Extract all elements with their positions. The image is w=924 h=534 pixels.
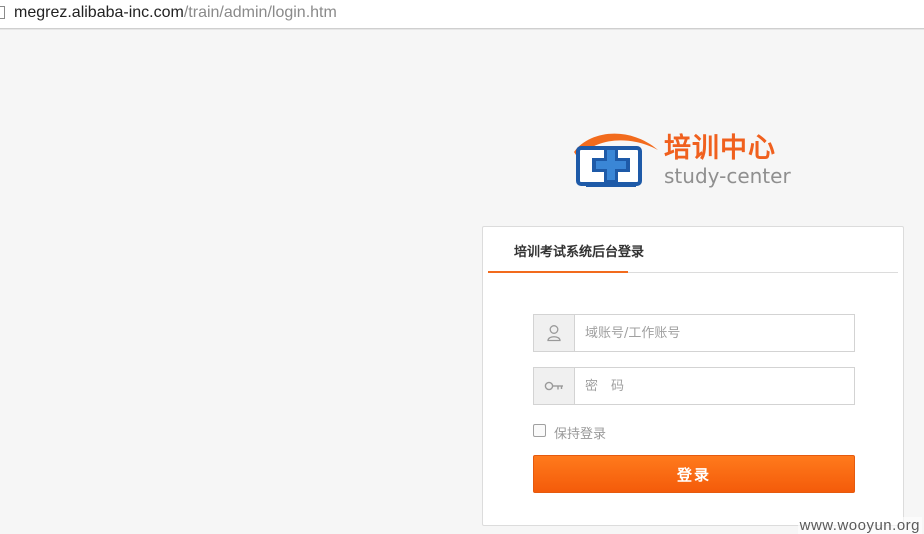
user-icon [534,315,575,351]
address-bar[interactable]: megrez.alibaba-inc.com/train/admin/login… [0,0,924,29]
username-input[interactable] [575,315,853,351]
login-panel: 培训考试系统后台登录 保持登录 登录 [482,226,904,526]
login-tab-header: 培训考试系统后台登录 [483,227,903,275]
tab-active-indicator [488,271,628,273]
url-host: megrez.alibaba-inc.com [14,4,184,21]
tab-admin-login[interactable]: 培训考试系统后台登录 [514,241,644,260]
url-text[interactable]: megrez.alibaba-inc.com/train/admin/login… [14,3,337,23]
login-button[interactable]: 登录 [533,455,855,493]
url-path: /train/admin/login.htm [183,4,337,21]
key-icon [534,368,575,404]
remember-checkbox[interactable] [533,424,546,437]
logo-title: 培训中心 [664,133,776,164]
logo-subtitle: study-center [664,164,791,188]
password-field [533,367,855,405]
study-center-logo: 培训中心 study-center [570,128,800,192]
monitor-cross-icon [574,133,658,187]
page-icon [0,6,5,19]
watermark: www.wooyun.org [797,517,922,534]
password-input[interactable] [575,368,853,404]
remember-label: 保持登录 [554,427,607,442]
username-field [533,314,855,352]
